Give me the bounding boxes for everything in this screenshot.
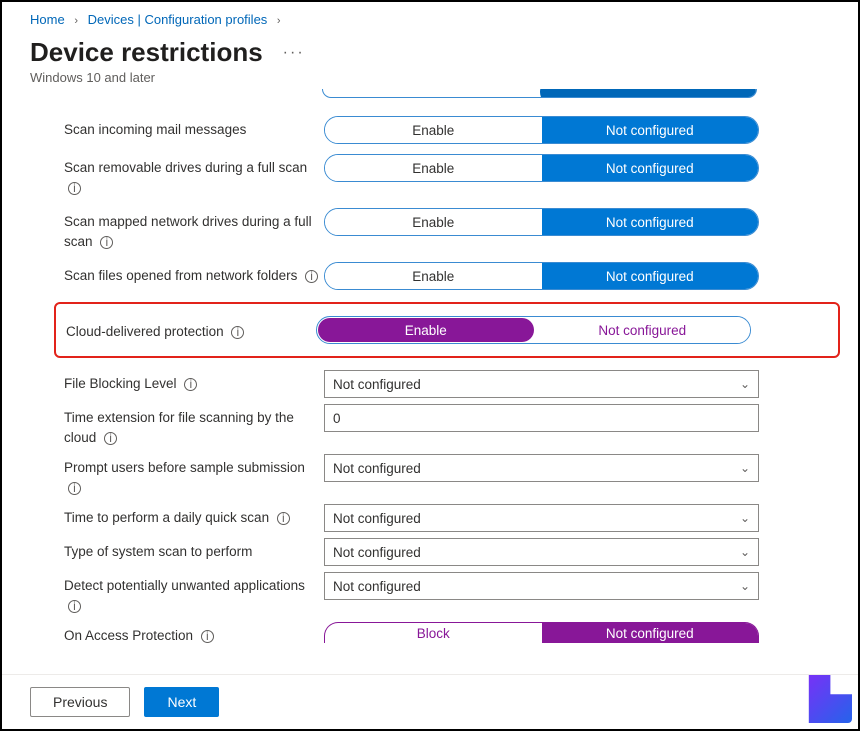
setting-label: Prompt users before sample submission i [64,454,324,498]
info-icon[interactable]: i [184,378,197,391]
toggle-scan-removable[interactable]: Enable Not configured [324,154,759,182]
toggle-scan-mapped[interactable]: Enable Not configured [324,208,759,236]
info-icon[interactable]: i [68,600,81,613]
info-icon[interactable]: i [104,432,117,445]
toggle-option-not-configured[interactable]: Not configured [542,623,759,643]
select-daily-quick-scan[interactable]: Not configured ⌄ [324,504,759,532]
setting-label: File Blocking Level i [64,370,324,394]
page-title: Device restrictions [30,37,263,68]
chevron-down-icon: ⌄ [740,545,750,559]
select-system-scan-type[interactable]: Not configured ⌄ [324,538,759,566]
info-icon[interactable]: i [68,182,81,195]
highlighted-setting: Cloud-delivered protection i Enable Not … [54,302,840,358]
toggle-option-enable[interactable]: Enable [325,263,542,289]
info-icon[interactable]: i [277,512,290,525]
info-icon[interactable]: i [68,482,81,495]
select-file-blocking[interactable]: Not configured ⌄ [324,370,759,398]
watermark-logo-icon [804,675,852,723]
setting-label: Scan removable drives during a full scan… [64,154,324,198]
chevron-right-icon: › [74,15,78,27]
chevron-down-icon: ⌄ [740,511,750,525]
toggle-option-enable[interactable]: Enable [325,209,542,235]
toggle-option-block[interactable]: Block [325,623,542,643]
truncated-toggle-top[interactable] [322,89,757,98]
setting-label: Scan files opened from network folders i [64,262,324,286]
toggle-option-not-configured[interactable]: Not configured [542,209,759,235]
toggle-option-enable[interactable]: Enable [318,318,534,342]
select-detect-pua[interactable]: Not configured ⌄ [324,572,759,600]
wizard-footer: Previous Next [2,674,858,729]
breadcrumb: Home › Devices | Configuration profiles … [2,2,858,31]
select-value: Not configured [333,545,421,560]
breadcrumb-home[interactable]: Home [30,12,65,27]
page-subtitle: Windows 10 and later [2,70,858,85]
setting-label: Cloud-delivered protection i [66,318,316,342]
chevron-down-icon: ⌄ [740,461,750,475]
info-icon[interactable]: i [100,236,113,249]
toggle-option-enable[interactable]: Enable [325,117,542,143]
toggle-on-access-protection[interactable]: Block Not configured [324,622,759,643]
toggle-cloud-protection[interactable]: Enable Not configured [316,316,751,344]
chevron-right-icon: › [277,15,281,27]
toggle-option-not-configured[interactable]: Not configured [535,317,751,343]
toggle-scan-mail[interactable]: Enable Not configured [324,116,759,144]
toggle-scan-network-folders[interactable]: Enable Not configured [324,262,759,290]
input-value: 0 [333,411,341,426]
toggle-option-not-configured[interactable]: Not configured [542,155,759,181]
select-value: Not configured [333,511,421,526]
select-value: Not configured [333,377,421,392]
info-icon[interactable]: i [201,630,214,643]
more-actions-icon[interactable]: ··· [283,44,305,62]
select-sample-submission[interactable]: Not configured ⌄ [324,454,759,482]
setting-label: Type of system scan to perform [64,538,324,562]
select-value: Not configured [333,461,421,476]
setting-label: Detect potentially unwanted applications… [64,572,324,616]
chevron-down-icon: ⌄ [740,377,750,391]
toggle-option-not-configured[interactable]: Not configured [542,263,759,289]
info-icon[interactable]: i [305,270,318,283]
setting-label: Scan incoming mail messages [64,116,324,140]
toggle-option-enable[interactable]: Enable [325,155,542,181]
setting-label: Time to perform a daily quick scan i [64,504,324,528]
previous-button[interactable]: Previous [30,687,130,717]
setting-label: Time extension for file scanning by the … [64,404,324,448]
chevron-down-icon: ⌄ [740,579,750,593]
setting-label: Scan mapped network drives during a full… [64,208,324,252]
info-icon[interactable]: i [231,326,244,339]
breadcrumb-devices[interactable]: Devices | Configuration profiles [88,12,268,27]
toggle-option-not-configured[interactable]: Not configured [542,117,759,143]
next-button[interactable]: Next [144,687,219,717]
settings-panel: Scan incoming mail messages Enable Not c… [2,106,858,646]
select-value: Not configured [333,579,421,594]
setting-label: On Access Protection i [64,622,324,646]
input-time-extension[interactable]: 0 [324,404,759,432]
